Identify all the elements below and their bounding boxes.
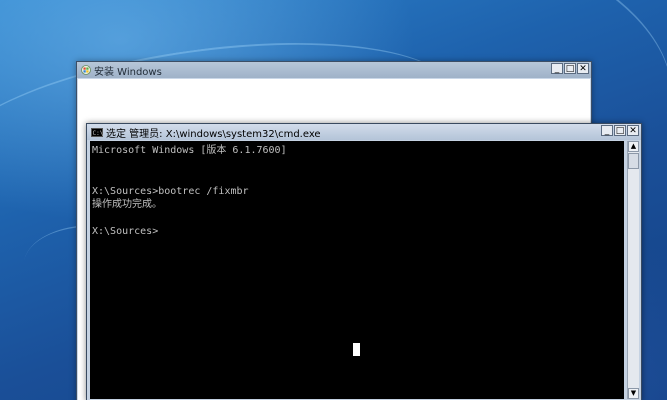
cmd-maximize-button[interactable]: □ [614, 125, 626, 136]
console-prompt: X:\Sources> [92, 226, 159, 237]
setup-window-controls: _ □ ✕ [551, 63, 589, 74]
cmd-close-button[interactable]: ✕ [627, 125, 639, 136]
setup-window-title: 安装 Windows [94, 66, 162, 78]
setup-close-button[interactable]: ✕ [577, 63, 589, 74]
setup-minimize-button[interactable]: _ [551, 63, 563, 74]
cmd-window-controls: _ □ ✕ [601, 125, 639, 136]
desktop-background: 安装 Windows _ □ ✕ C:\ 选定 管理员: X:\windows\… [0, 0, 667, 400]
vertical-scrollbar[interactable]: ▲ ▼ [627, 141, 639, 399]
scroll-up-button[interactable]: ▲ [628, 141, 639, 152]
setup-maximize-button[interactable]: □ [564, 63, 576, 74]
text-cursor [353, 343, 360, 356]
scroll-down-button[interactable]: ▼ [628, 388, 639, 399]
windows-setup-icon [81, 65, 91, 75]
setup-titlebar[interactable]: 安装 Windows _ □ ✕ [77, 62, 591, 78]
cmd-window: C:\ 选定 管理员: X:\windows\system32\cmd.exe … [86, 123, 642, 400]
scroll-thumb[interactable] [628, 153, 639, 169]
console-line: X:\Sources>bootrec /fixmbr [92, 185, 249, 197]
console-icon: C:\ [91, 127, 104, 137]
console-line: Microsoft Windows [版本 6.1.7600] [92, 145, 287, 156]
console-line: 操作成功完成。 [92, 199, 162, 210]
console-output[interactable]: Microsoft Windows [版本 6.1.7600] X:\Sourc… [90, 141, 624, 399]
cmd-titlebar[interactable]: C:\ 选定 管理员: X:\windows\system32\cmd.exe … [87, 124, 641, 140]
svg-text:C:\: C:\ [93, 130, 104, 137]
cmd-minimize-button[interactable]: _ [601, 125, 613, 136]
cmd-window-title: 选定 管理员: X:\windows\system32\cmd.exe [106, 128, 321, 140]
